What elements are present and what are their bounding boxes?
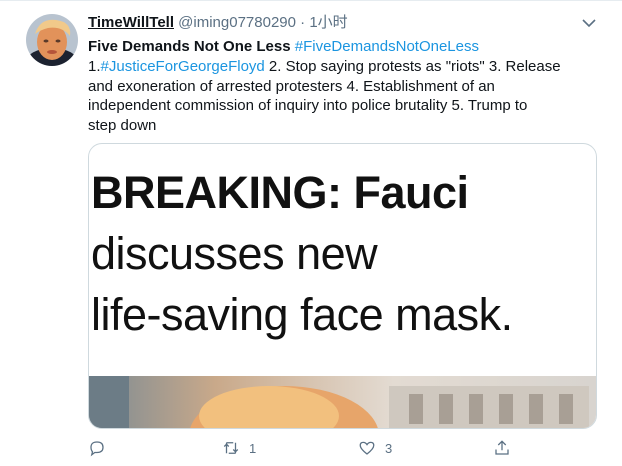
body-text: step down (88, 116, 157, 134)
like-button[interactable]: 3 (358, 436, 392, 460)
separator: · (300, 14, 306, 31)
retweet-button[interactable]: 1 (222, 436, 256, 460)
body-line: 1.#JusticeForGeorgeFloyd 2. Stop saying … (88, 57, 603, 77)
list-prefix: 1. (88, 58, 101, 75)
headline-line: discusses new (91, 228, 378, 279)
avatar[interactable] (26, 14, 78, 66)
media-card[interactable]: BREAKING: Fauci discusses new life-savin… (88, 143, 597, 429)
hashtag-link[interactable]: #FiveDemandsNotOneLess (295, 38, 479, 55)
timestamp[interactable]: 1小时 (309, 14, 347, 31)
retweet-count: 1 (249, 440, 257, 456)
tweet-title: Five Demands Not One Less (88, 38, 291, 55)
headline-line: life-saving face mask. (91, 289, 513, 340)
body-text: and exoneration of arrested protesters 4… (88, 77, 495, 95)
frame-top-border (0, 0, 622, 1)
media-photo (89, 376, 596, 428)
tweet-header: TimeWillTell @iming07780290 · 1小时 (88, 13, 348, 33)
display-name[interactable]: TimeWillTell (88, 14, 174, 31)
reply-button[interactable] (88, 436, 115, 460)
handle[interactable]: @iming07780290 (178, 14, 296, 31)
body-line: and exoneration of arrested protesters 4… (88, 77, 603, 97)
reply-icon (90, 441, 104, 457)
tweet-menu-button[interactable] (579, 13, 599, 33)
tweet-title-line: Five Demands Not One Less #FiveDemandsNo… (88, 37, 479, 57)
tweet-actions: 1 3 (88, 436, 608, 460)
like-count: 3 (385, 440, 393, 456)
share-icon (495, 440, 509, 455)
body-line: independent commission of inquiry into p… (88, 96, 603, 116)
share-button[interactable] (493, 436, 511, 460)
body-text: 2. Stop saying protests as "riots" 3. Re… (264, 58, 561, 75)
headline-line: BREAKING: Fauci (91, 167, 469, 218)
body-line: step down (88, 116, 603, 136)
hashtag-link[interactable]: #JusticeForGeorgeFloyd (101, 58, 265, 75)
retweet-icon (223, 442, 239, 454)
chevron-down-icon (582, 19, 596, 28)
like-icon (359, 441, 375, 455)
media-headline: BREAKING: Fauci discusses new life-savin… (91, 162, 596, 345)
tweet-body: 1.#JusticeForGeorgeFloyd 2. Stop saying … (88, 57, 603, 135)
body-text: independent commission of inquiry into p… (88, 97, 528, 114)
tweet-meta: @iming07780290 · 1小时 (178, 14, 348, 31)
